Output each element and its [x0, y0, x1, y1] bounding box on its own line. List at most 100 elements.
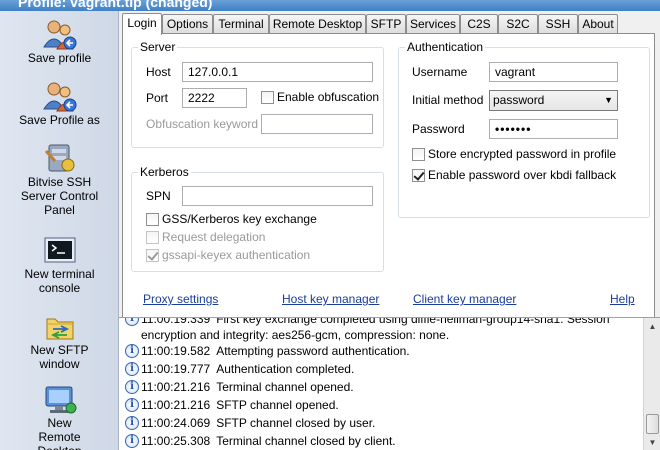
tab-remote-desktop[interactable]: Remote Desktop: [269, 14, 366, 34]
kbdi-fallback-checkbox[interactable]: Enable password over kbdi fallback: [412, 168, 616, 182]
log-message: Terminal channel opened.: [216, 380, 354, 394]
authentication-group: Authentication Username vagrant Initial …: [398, 40, 650, 218]
checkbox-box: [261, 90, 274, 104]
info-icon: i: [125, 398, 139, 412]
log-scrollbar[interactable]: ▲ ▼: [643, 318, 660, 450]
log-line: i 11:00:25.308 Terminal channel closed by…: [121, 432, 621, 450]
checkbox-label: Store encrypted password in profile: [428, 147, 617, 161]
initial-method-label: Initial method: [412, 93, 484, 107]
sidebar-item-label: New Remote Desktop: [37, 416, 81, 450]
info-icon: i: [125, 380, 139, 394]
gss-kerberos-checkbox[interactable]: GSS/Kerberos key exchange: [146, 212, 317, 226]
log-message: First key exchange completed using diffi…: [216, 317, 610, 326]
tab-services[interactable]: Services: [406, 14, 460, 34]
scrollbar-thumb[interactable]: [646, 414, 659, 434]
enable-obfuscation-checkbox[interactable]: Enable obfuscation: [261, 90, 379, 104]
checkbox-box: [412, 168, 425, 182]
password-label: Password: [412, 122, 465, 136]
scroll-down-icon[interactable]: ▼: [644, 434, 660, 450]
kerberos-group: Kerberos SPN GSS/Kerberos key exchange R…: [131, 165, 384, 272]
sidebar-item-new-sftp[interactable]: New SFTP window: [0, 311, 119, 371]
initial-method-select[interactable]: password ▼: [489, 90, 618, 111]
sidebar-item-label: New SFTP window: [30, 343, 89, 371]
scroll-up-icon[interactable]: ▲: [644, 318, 660, 335]
sidebar-item-label: Save Profile as: [19, 113, 100, 127]
authentication-group-title: Authentication: [405, 40, 486, 54]
gssapi-keyex-checkbox[interactable]: gssapi-keyex authentication: [146, 248, 310, 262]
sidebar-item-label: New terminal console: [24, 267, 95, 295]
log-timestamp: 11:00:24.069: [141, 416, 211, 430]
tab-sftp[interactable]: SFTP: [366, 14, 406, 34]
main-area: Login Options Terminal Remote Desktop SF…: [119, 11, 660, 450]
tab-ssh[interactable]: SSH: [538, 14, 578, 34]
info-icon: i: [125, 416, 139, 430]
help-link[interactable]: Help: [610, 292, 635, 306]
remote-desktop-icon: [41, 384, 79, 416]
info-icon: i: [125, 318, 139, 326]
kerberos-group-title: Kerberos: [138, 165, 191, 179]
sidebar-item-new-remote-desktop[interactable]: New Remote Desktop: [0, 384, 119, 450]
log-timestamp: 11:00:25.308: [141, 434, 211, 448]
sidebar-item-new-terminal[interactable]: New terminal console: [0, 235, 119, 295]
chevron-down-icon: ▼: [604, 95, 613, 105]
tab-about[interactable]: About: [578, 14, 618, 34]
host-input[interactable]: 127.0.0.1: [182, 62, 373, 82]
initial-method-value: password: [493, 93, 545, 107]
port-input[interactable]: 2222: [182, 88, 247, 108]
sidebar-item-save-profile-as[interactable]: Save Profile as: [0, 81, 119, 127]
sftp-icon: [41, 311, 79, 343]
port-label: Port: [146, 91, 169, 105]
tab-c2s[interactable]: C2S: [460, 14, 498, 34]
login-panel: Server Host 127.0.0.1 Port 2222 Enable o…: [122, 33, 655, 318]
log-timestamp: 11:00:19.582: [141, 344, 211, 358]
info-icon: i: [125, 362, 139, 376]
username-label: Username: [412, 65, 468, 79]
store-password-checkbox[interactable]: Store encrypted password in profile: [412, 147, 616, 161]
sidebar-item-server-control-panel[interactable]: Bitvise SSH Server Control Panel: [0, 143, 119, 217]
tab-options[interactable]: Options: [162, 14, 213, 34]
sidebar-item-label: Bitvise SSH Server Control Panel: [20, 175, 99, 217]
checkbox-box: [146, 248, 159, 262]
log-message: SFTP channel closed by user.: [216, 416, 376, 430]
log-message: Authentication completed.: [216, 362, 355, 376]
server-control-panel-icon: [41, 143, 79, 175]
host-key-manager-link[interactable]: Host key manager: [282, 292, 379, 306]
password-input[interactable]: •••••••: [489, 119, 618, 139]
request-delegation-checkbox[interactable]: Request delegation: [146, 230, 265, 244]
obfuscation-keyword-input[interactable]: [261, 114, 373, 134]
tab-login[interactable]: Login: [122, 13, 162, 35]
terminal-icon: [41, 235, 79, 267]
obfuscation-keyword-label: Obfuscation keyword: [146, 117, 259, 131]
log-line: i 11:00:19.339 First key exchange complet…: [121, 317, 621, 342]
save-profile-as-icon: [41, 81, 79, 113]
log-timestamp: 11:00:19.777: [141, 362, 211, 376]
log-line: i 11:00:19.777 Authentication completed.: [121, 360, 621, 378]
sidebar-item-label: Save profile: [27, 51, 92, 65]
log-panel: i 11:00:19.339 First key exchange complet…: [119, 317, 660, 450]
checkbox-box: [412, 147, 425, 161]
client-key-manager-link[interactable]: Client key manager: [413, 292, 516, 306]
log-line: i 11:00:21.216 SFTP channel opened.: [121, 396, 621, 414]
log-line: i 11:00:21.216 Terminal channel opened.: [121, 378, 621, 396]
log-line: i 11:00:19.582 Attempting password authen…: [121, 342, 621, 360]
proxy-settings-link[interactable]: Proxy settings: [143, 292, 218, 306]
log-lines: i 11:00:19.339 First key exchange complet…: [121, 317, 621, 450]
sidebar-item-save-profile[interactable]: Save profile: [0, 19, 119, 65]
checkbox-label: Request delegation: [162, 230, 266, 244]
log-message: SFTP channel opened.: [216, 398, 339, 412]
host-label: Host: [146, 65, 171, 79]
log-line: i 11:00:24.069 SFTP channel closed by use…: [121, 414, 621, 432]
log-timestamp: 11:00:21.216: [141, 398, 211, 412]
tab-bar: Login Options Terminal Remote Desktop SF…: [122, 13, 658, 35]
info-icon: i: [125, 344, 139, 358]
tab-s2c[interactable]: S2C: [498, 14, 538, 34]
spn-label: SPN: [146, 189, 171, 203]
log-message: Attempting password authentication.: [216, 344, 410, 358]
username-input[interactable]: vagrant: [489, 62, 618, 82]
tab-terminal[interactable]: Terminal: [213, 14, 269, 34]
sidebar: Save profile Save Profile as Bitvise SSH…: [0, 11, 119, 450]
log-message: Terminal channel closed by client.: [216, 434, 396, 448]
log-message-continuation: encryption and integrity: aes256-gcm, co…: [141, 328, 450, 342]
spn-input[interactable]: [182, 186, 373, 206]
checkbox-box: [146, 230, 159, 244]
